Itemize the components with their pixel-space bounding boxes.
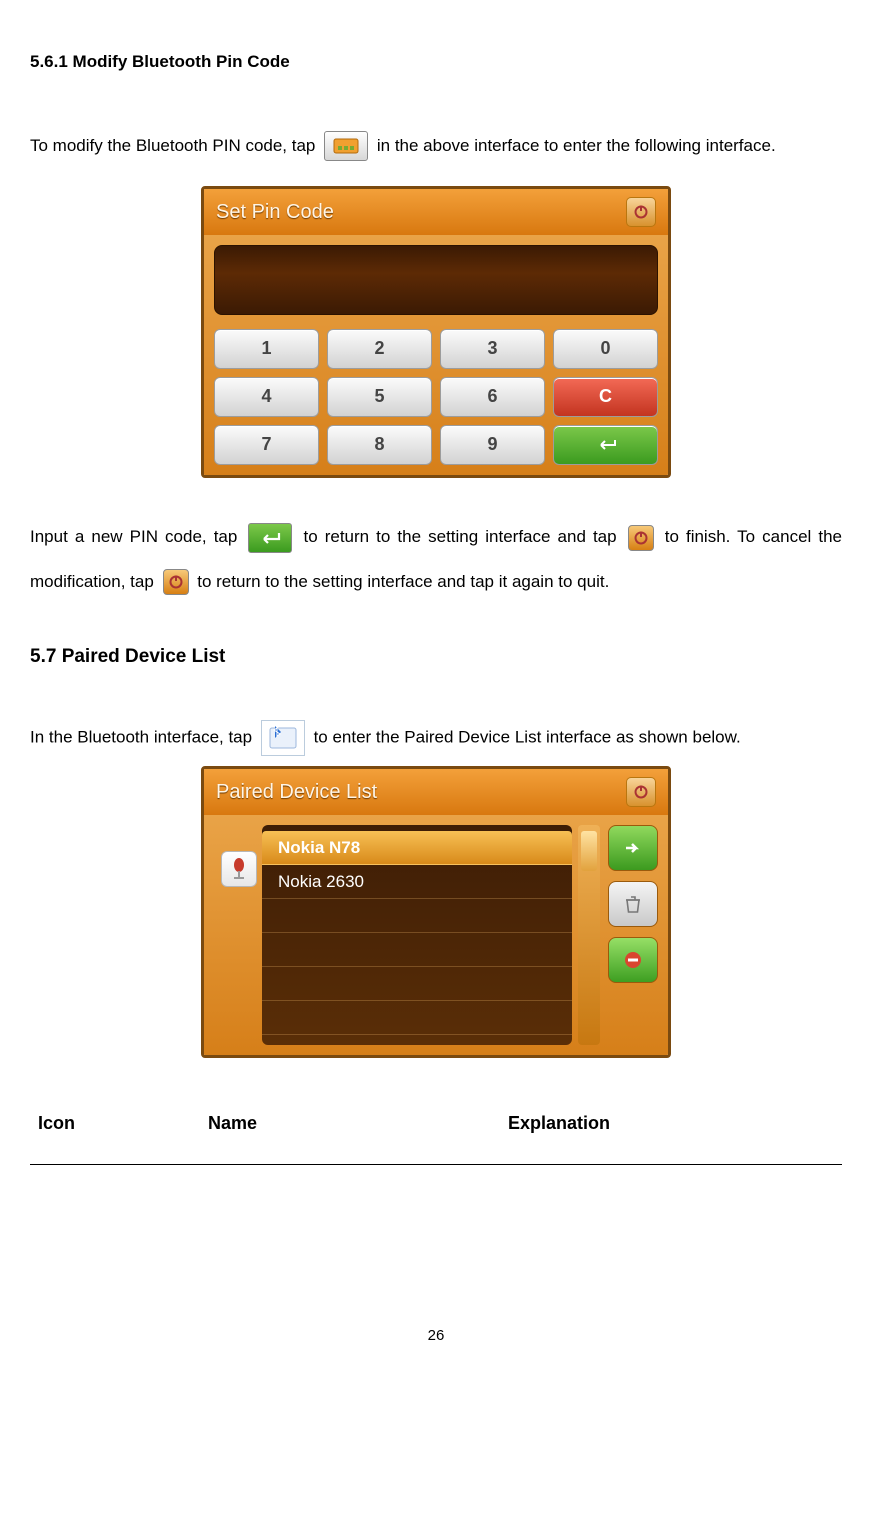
para-1a: To modify the Bluetooth PIN code, tap [30, 136, 320, 155]
key-enter[interactable] [553, 425, 658, 465]
list-item[interactable] [262, 967, 572, 1001]
key-7[interactable]: 7 [214, 425, 319, 465]
paired-list-screenshot: Paired Device List Nokia N78 [201, 766, 671, 1058]
key-5[interactable]: 5 [327, 377, 432, 417]
key-6[interactable]: 6 [440, 377, 545, 417]
para-3a: In the Bluetooth interface, tap [30, 728, 257, 747]
key-3[interactable]: 3 [440, 329, 545, 369]
para-2d: to return to the setting interface and t… [197, 572, 609, 591]
set-pin-code-screenshot: Set Pin Code 1 2 3 0 4 5 6 C 7 8 9 [201, 186, 671, 478]
key-1[interactable]: 1 [214, 329, 319, 369]
para-1: To modify the Bluetooth PIN code, tap in… [30, 124, 842, 168]
pin-display [214, 245, 658, 315]
page-number: 26 [30, 1325, 842, 1346]
divider [30, 1164, 842, 1165]
pin-setting-icon [324, 131, 368, 161]
col-name: Name [208, 1111, 508, 1136]
para-2: Input a new PIN code, tap to return to t… [30, 515, 842, 603]
heading-57: 5.7 Paired Device List [30, 644, 842, 671]
pin-screen-title: Set Pin Code [216, 198, 334, 226]
power-icon[interactable] [626, 777, 656, 807]
para-1b: in the above interface to enter the foll… [377, 136, 776, 155]
bluetooth-page-icon [261, 720, 305, 756]
disconnect-button[interactable] [608, 937, 658, 983]
list-item[interactable] [262, 933, 572, 967]
table-header: Icon Name Explanation [30, 1111, 842, 1164]
keypad: 1 2 3 0 4 5 6 C 7 8 9 [214, 329, 658, 465]
device-list[interactable]: Nokia N78 Nokia 2630 [262, 825, 572, 1045]
key-8[interactable]: 8 [327, 425, 432, 465]
para-3: In the Bluetooth interface, tap to enter… [30, 720, 842, 756]
para-2a: Input a new PIN code, tap [30, 527, 244, 546]
connect-button[interactable] [608, 825, 658, 871]
para-3b: to enter the Paired Device List interfac… [314, 728, 741, 747]
paired-screen-title: Paired Device List [216, 778, 377, 806]
power-icon-inline-2 [163, 569, 189, 595]
key-9[interactable]: 9 [440, 425, 545, 465]
col-expl: Explanation [508, 1111, 834, 1136]
list-item[interactable]: Nokia N78 [262, 831, 572, 865]
key-0[interactable]: 0 [553, 329, 658, 369]
col-icon: Icon [38, 1111, 208, 1136]
delete-button[interactable] [608, 881, 658, 927]
key-2[interactable]: 2 [327, 329, 432, 369]
key-4[interactable]: 4 [214, 377, 319, 417]
key-clear[interactable]: C [553, 377, 658, 417]
para-2b: to return to the setting interface and t… [303, 527, 623, 546]
power-icon[interactable] [626, 197, 656, 227]
scrollbar[interactable] [578, 825, 600, 1045]
microphone-icon [221, 851, 257, 887]
list-item[interactable]: Nokia 2630 [262, 865, 572, 899]
heading-561: 5.6.1 Modify Bluetooth Pin Code [30, 50, 842, 74]
enter-icon [248, 523, 292, 553]
list-item[interactable] [262, 1001, 572, 1035]
power-icon-inline [628, 525, 654, 551]
list-item[interactable] [262, 899, 572, 933]
